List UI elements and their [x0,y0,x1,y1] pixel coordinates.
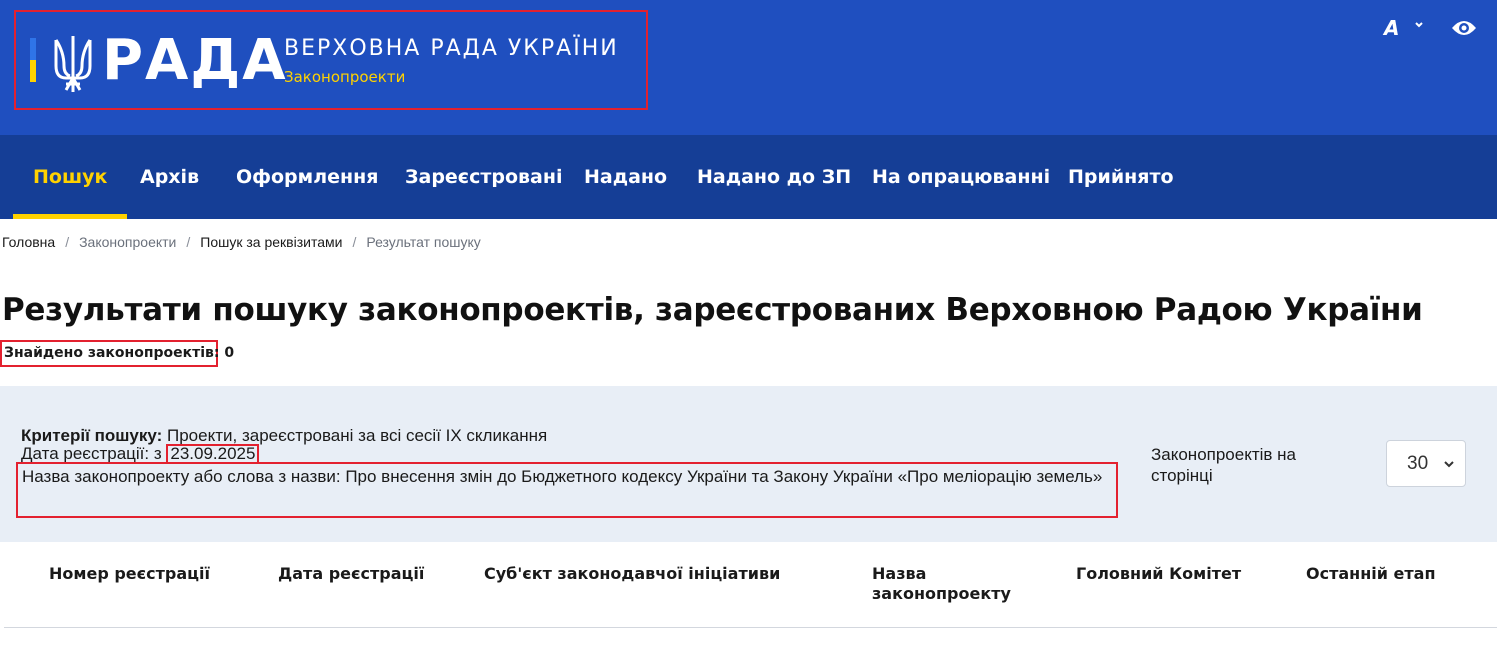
per-page-select[interactable]: 30 [1386,440,1466,487]
criteria-line: Критерії пошуку: Проекти, зареєстровані … [21,426,547,446]
chevron-down-icon [1444,461,1454,468]
active-nav-indicator [13,214,128,219]
logo-word: РАДА [102,28,288,93]
column-header-reg-number[interactable]: Номер реєстрації [49,564,219,584]
nav-item-adopted[interactable]: Прийнято [1068,135,1174,219]
breadcrumb-bills[interactable]: Законопроекти [79,234,176,250]
criteria-label: Критерії пошуку: [21,426,163,445]
bill-name-criteria: Назва законопроекту або слова з назви: П… [16,462,1118,518]
breadcrumb-separator: / [352,234,357,250]
breadcrumb-home[interactable]: Головна [2,234,55,250]
reg-date-label: Дата реєстрації: з [21,444,167,463]
breadcrumb-separator: / [186,234,191,250]
breadcrumb-current: Результат пошуку [366,234,481,250]
nav-item-search[interactable]: Пошук [13,135,128,219]
per-page-label: Законопроектів на сторінці [1151,445,1297,485]
trident-icon [54,36,92,92]
reg-date-line: Дата реєстрації: з 23.09.2025 [21,444,260,464]
nav-item-submitted[interactable]: Надано [584,135,667,219]
font-size-toggle[interactable]: A [1384,16,1428,42]
site-title: ВЕРХОВНА РАДА УКРАЇНИ [284,36,619,61]
column-header-bill-name[interactable]: Назва законопроекту [872,564,1022,604]
site-logo-link[interactable]: РАДА ВЕРХОВНА РАДА УКРАЇНИ Законопроекти [14,10,648,110]
chevron-down-icon [1415,22,1423,28]
nav-item-registered[interactable]: Зареєстровані [405,135,562,219]
criteria-value: Проекти, зареєстровані за всі сесії IX с… [162,426,548,445]
site-header: РАДА ВЕРХОВНА РАДА УКРАЇНИ Законопроекти… [0,0,1497,135]
per-page-value: 30 [1407,453,1429,474]
found-count: Знайдено законопроектів: 0 [0,340,234,367]
nav-item-drafting[interactable]: Оформлення [236,135,378,219]
accessibility-eye-icon[interactable] [1450,16,1478,40]
breadcrumb: Головна / Законопроекти / Пошук за реквізита… [2,234,481,250]
bill-name-text: Назва законопроекту або слова з назви: П… [22,467,1103,486]
main-nav: Пошук Архів Оформлення Зареєстровані Над… [0,135,1497,219]
column-header-main-committee[interactable]: Головний Комітет [1076,564,1256,584]
nav-item-label: Пошук [33,166,108,188]
nav-item-in-processing[interactable]: На опрацюванні [872,135,1050,219]
search-criteria-panel: Критерії пошуку: Проекти, зареєстровані … [0,386,1497,542]
results-table-header: Номер реєстрації Дата реєстрації Суб'єкт… [4,542,1497,628]
column-header-reg-date[interactable]: Дата реєстрації [278,564,438,584]
nav-item-submitted-to-zp[interactable]: Надано до ЗП [697,135,851,219]
section-title: Законопроекти [284,68,406,86]
reg-date-value: 23.09.2025 [166,444,260,464]
page-title: Результати пошуку законопроектів, зареєс… [2,292,1423,328]
breadcrumb-separator: / [65,234,70,250]
column-header-last-stage[interactable]: Останній етап [1306,564,1466,584]
nav-item-archive[interactable]: Архів [140,135,199,219]
font-size-label: A [1384,16,1400,40]
breadcrumb-search-by-details[interactable]: Пошук за реквізитами [200,234,342,250]
flag-icon [30,38,36,82]
column-header-initiator[interactable]: Суб'єкт законодавчої ініціативи [484,564,784,584]
